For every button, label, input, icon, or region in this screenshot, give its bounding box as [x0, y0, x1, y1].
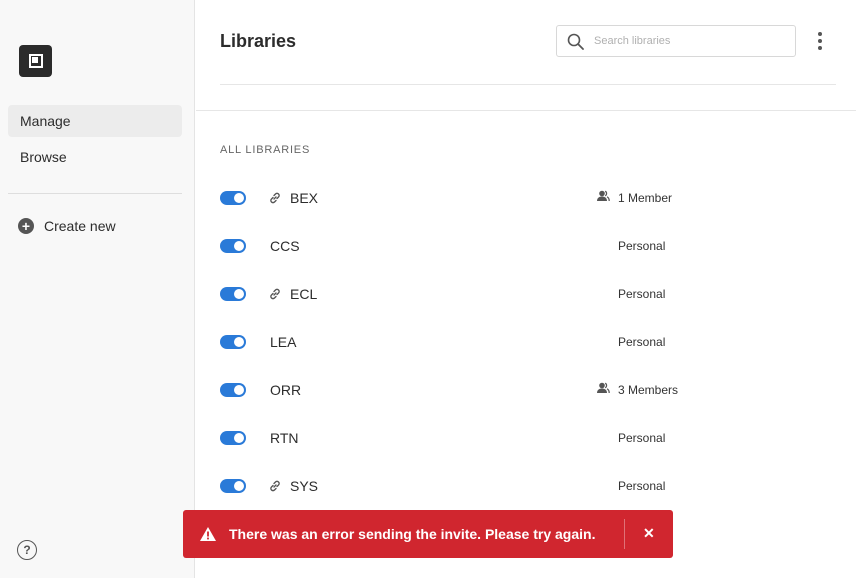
- library-row: ORR 3 Members: [220, 378, 840, 402]
- error-toast: There was an error sending the invite. P…: [183, 510, 673, 558]
- library-meta-text: 1 Member: [618, 191, 673, 205]
- help-icon[interactable]: ?: [17, 540, 37, 560]
- link-icon: [268, 479, 282, 493]
- create-new-label: Create new: [44, 218, 116, 234]
- app-logo-icon: [19, 45, 52, 77]
- header-border: [196, 110, 856, 111]
- library-meta-text: 3 Members: [618, 383, 679, 397]
- library-meta-text: Personal: [618, 479, 666, 493]
- header-divider: [220, 84, 836, 85]
- section-label: ALL LIBRARIES: [220, 144, 311, 156]
- search-input[interactable]: [594, 35, 784, 47]
- library-meta: Personal: [618, 239, 665, 253]
- library-toggle[interactable]: [220, 431, 246, 445]
- page-title: Libraries: [220, 31, 297, 51]
- more-options-button[interactable]: [812, 30, 828, 52]
- search-icon: [567, 33, 584, 50]
- library-row: RTN Personal: [220, 426, 840, 450]
- library-toggle[interactable]: [220, 335, 246, 349]
- library-meta: 3 Members: [597, 382, 679, 397]
- library-meta: Personal: [618, 431, 665, 445]
- warning-icon: [199, 526, 217, 542]
- more-dot-icon: [818, 32, 822, 36]
- sidebar: Manage Browse + Create new ?: [0, 0, 195, 578]
- library-toggle[interactable]: [220, 287, 246, 301]
- library-meta-text: Personal: [618, 239, 666, 253]
- sidebar-item-browse[interactable]: Browse: [8, 141, 182, 173]
- library-row: CCS Personal: [220, 234, 840, 258]
- library-name: BEX: [290, 190, 319, 206]
- library-name: ECL: [290, 286, 318, 302]
- library-row: ECL Personal: [220, 282, 840, 306]
- library-name: LEA: [270, 334, 297, 350]
- more-dot-icon: [818, 46, 822, 50]
- library-meta: 1 Member: [597, 190, 673, 205]
- sidebar-item-label: Manage: [20, 113, 71, 129]
- search-box[interactable]: [556, 25, 796, 57]
- toast-message: There was an error sending the invite. P…: [229, 526, 596, 542]
- members-icon: [596, 382, 610, 394]
- sidebar-item-manage[interactable]: Manage: [8, 105, 182, 137]
- link-icon: [268, 191, 282, 205]
- plus-circle-icon: +: [18, 218, 34, 234]
- library-meta: Personal: [618, 479, 665, 493]
- members-icon: [596, 190, 610, 202]
- main-content: Libraries ALL LIBRARIES BEX 1 Member: [196, 0, 856, 578]
- sidebar-item-label: Browse: [20, 149, 67, 165]
- library-row: BEX 1 Member: [220, 186, 840, 210]
- close-icon[interactable]: ✕: [643, 525, 655, 542]
- create-new-button[interactable]: + Create new: [18, 215, 116, 237]
- library-toggle[interactable]: [220, 191, 246, 205]
- library-row: LEA Personal: [220, 330, 840, 354]
- sidebar-divider: [8, 193, 182, 194]
- library-toggle[interactable]: [220, 239, 246, 253]
- library-meta: Personal: [618, 335, 665, 349]
- library-meta-text: Personal: [618, 431, 666, 445]
- library-name: ORR: [270, 382, 302, 398]
- library-name: RTN: [270, 430, 299, 446]
- library-meta: Personal: [618, 287, 665, 301]
- more-dot-icon: [818, 39, 822, 43]
- library-row: SYS Personal: [220, 474, 840, 498]
- link-icon: [268, 287, 282, 301]
- library-toggle[interactable]: [220, 383, 246, 397]
- toast-divider: [624, 519, 625, 549]
- library-toggle[interactable]: [220, 479, 246, 493]
- library-meta-text: Personal: [618, 335, 666, 349]
- library-meta-text: Personal: [618, 287, 666, 301]
- library-name: CCS: [270, 238, 300, 254]
- library-name: SYS: [290, 478, 319, 494]
